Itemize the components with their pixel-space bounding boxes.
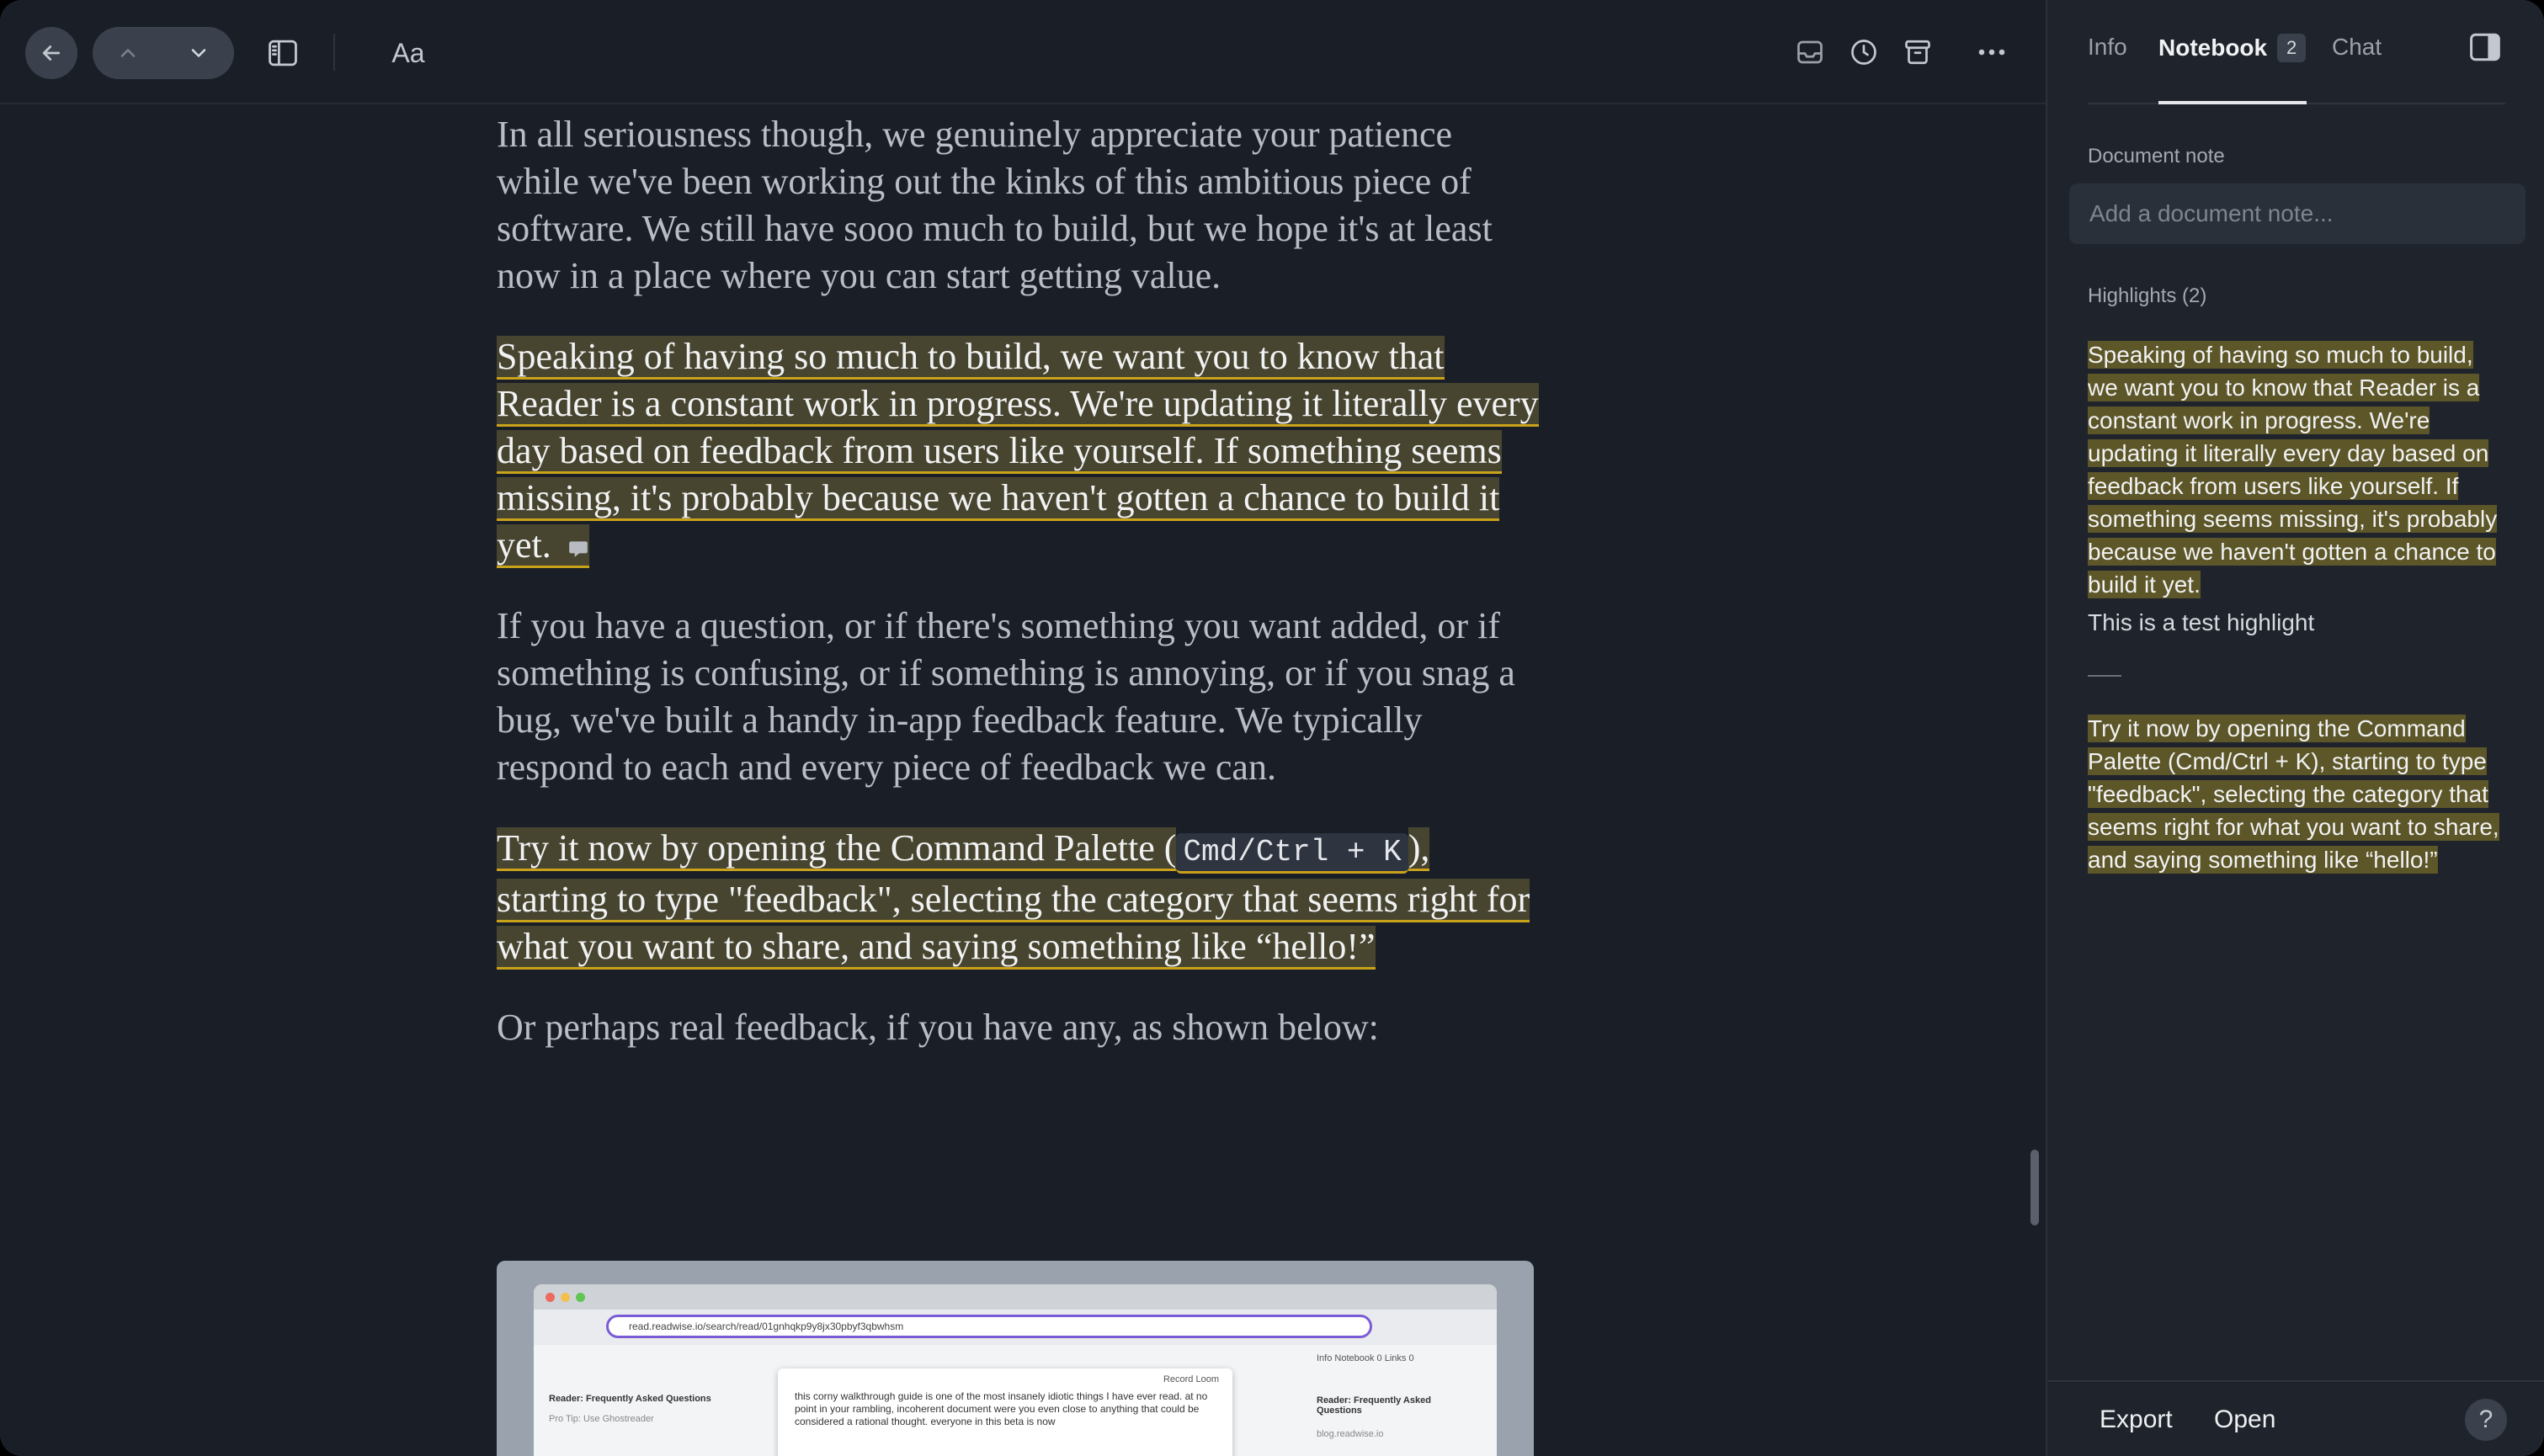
archive-icon xyxy=(1905,40,1930,65)
archive-button[interactable] xyxy=(1896,30,1940,74)
more-options-button[interactable] xyxy=(1970,30,2014,74)
more-icon xyxy=(1978,49,2005,56)
panel-footer: Export Open ? xyxy=(2047,1380,2544,1456)
reader-toolbar: Aa xyxy=(0,0,2046,104)
sidebar-icon xyxy=(269,40,297,66)
tab-info[interactable]: Info xyxy=(2088,34,2127,61)
embedded-record-label: Record Loom xyxy=(1163,1374,1219,1384)
embedded-sidebar-item: Reader: Frequently Asked Questions xyxy=(549,1394,711,1404)
embedded-browser-window: read.readwise.io/search/read/01gnhqkp9y8… xyxy=(534,1284,1497,1456)
highlight-text[interactable]: Speaking of having so much to build, we … xyxy=(497,336,1539,568)
close-dot-icon xyxy=(546,1293,555,1302)
document-navigation xyxy=(93,27,234,79)
panel-right-icon xyxy=(2470,33,2500,61)
highlight-card[interactable]: Speaking of having so much to build, we … xyxy=(2088,338,2509,601)
next-document-button[interactable] xyxy=(163,27,234,79)
previous-document-button[interactable] xyxy=(93,27,163,79)
move-to-inbox-button[interactable] xyxy=(1788,30,1832,74)
highlight-card-text[interactable]: Speaking of having so much to build, we … xyxy=(2088,341,2498,598)
embedded-right-title: Reader: Frequently Asked Questions xyxy=(1317,1395,1431,1416)
document-note-label: Document note xyxy=(2088,145,2225,167)
chevron-up-icon xyxy=(120,49,136,57)
highlight-note[interactable]: This is a test highlight xyxy=(2088,609,2314,636)
toolbar-divider xyxy=(333,34,335,71)
minimize-dot-icon xyxy=(561,1293,570,1302)
embedded-sidebar-item: Pro Tip: Use Ghostreader xyxy=(549,1414,654,1424)
embedded-screenshot: read.readwise.io/search/read/01gnhqkp9y8… xyxy=(497,1261,1534,1456)
embedded-right-tabs: Info Notebook 0 Links 0 xyxy=(1317,1353,1414,1363)
highlight-card[interactable]: Try it now by opening the Command Palett… xyxy=(2088,712,2509,876)
tab-notebook-label: Notebook xyxy=(2158,35,2268,61)
highlight-separator xyxy=(2088,675,2121,677)
tab-notebook[interactable]: Notebook 2 xyxy=(2158,34,2307,62)
chevron-down-icon xyxy=(191,49,206,57)
highlighted-paragraph[interactable]: Speaking of having so much to build, we … xyxy=(497,333,1541,569)
inbox-icon xyxy=(1797,40,1823,64)
tab-chat[interactable]: Chat xyxy=(2332,34,2382,61)
embedded-right-url: blog.readwise.io xyxy=(1317,1429,1384,1439)
right-panel: Info Notebook 2 Chat Document note Highli… xyxy=(2046,0,2544,1456)
embedded-modal-text: this corny walkthrough guide is one of t… xyxy=(795,1390,1208,1427)
active-tab-indicator xyxy=(2158,101,2307,104)
clock-icon xyxy=(1851,40,1876,65)
note-bubble-icon xyxy=(568,541,588,557)
article-paragraph: If you have a question, or if there's so… xyxy=(497,605,1515,788)
article-paragraph: In all seriousness though, we genuinely … xyxy=(497,114,1493,296)
highlighted-paragraph[interactable]: Try it now by opening the Command Palett… xyxy=(497,825,1541,970)
embedded-feedback-modal: Record Loom this corny walkthrough guide… xyxy=(778,1368,1232,1456)
back-button[interactable] xyxy=(25,27,77,79)
article-paragraph: Or perhaps real feedback, if you have an… xyxy=(497,1007,1379,1048)
later-button[interactable] xyxy=(1842,30,1886,74)
panel-tabs: Info Notebook 2 Chat xyxy=(2088,0,2505,104)
scrollbar-thumb[interactable] xyxy=(2030,1150,2039,1225)
typography-button[interactable]: Aa xyxy=(379,30,438,76)
help-button[interactable]: ? xyxy=(2465,1399,2507,1441)
notebook-count-badge: 2 xyxy=(2277,34,2307,62)
article-body: In all seriousness though, we genuinely … xyxy=(497,111,1541,1085)
highlights-label: Highlights (2) xyxy=(2088,284,2207,307)
highlight-text[interactable]: Try it now by opening the Command Palett… xyxy=(497,827,1177,871)
reader-main-pane: Aa In all seriousness though, we genuine… xyxy=(0,0,2046,1456)
document-note-input[interactable] xyxy=(2069,183,2525,244)
keyboard-shortcut: Cmd/Ctrl + K xyxy=(1176,833,1408,874)
right-panel-toggle[interactable] xyxy=(2468,32,2505,69)
highlight-card-text[interactable]: Try it now by opening the Command Palett… xyxy=(2088,715,2499,874)
open-button[interactable]: Open xyxy=(2214,1406,2275,1434)
embedded-url-bar: read.readwise.io/search/read/01gnhqkp9y8… xyxy=(606,1315,1372,1338)
back-arrow-icon xyxy=(42,45,61,61)
export-button[interactable]: Export xyxy=(2100,1406,2173,1434)
highlight-note-marker[interactable] xyxy=(551,524,589,568)
left-sidebar-toggle[interactable] xyxy=(261,32,305,74)
embedded-tab-bar xyxy=(534,1284,1497,1310)
maximize-dot-icon xyxy=(576,1293,585,1302)
reader-window: Aa In all seriousness though, we genuine… xyxy=(0,0,2544,1456)
